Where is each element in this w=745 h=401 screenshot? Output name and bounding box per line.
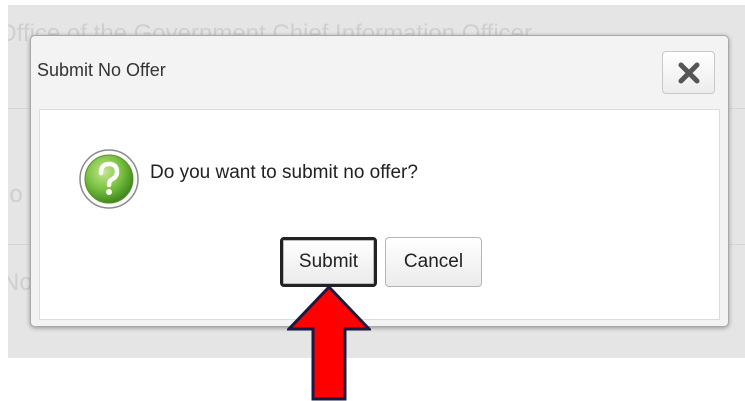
dialog-message: Do you want to submit no offer?: [150, 162, 418, 183]
dialog-close-button[interactable]: [662, 51, 715, 94]
help-question-icon: [79, 149, 139, 209]
dialog-body: Do you want to submit no offer? Submit C…: [39, 109, 720, 320]
close-x-icon: [678, 62, 699, 83]
dialog-title: Submit No Offer: [37, 60, 166, 80]
submit-no-offer-dialog: Submit No Offer Do you want to submit no…: [30, 35, 729, 327]
cancel-button[interactable]: Cancel: [385, 237, 482, 287]
submit-button[interactable]: Submit: [280, 237, 377, 287]
screenshot-stage: Office of the Government Chief Informati…: [0, 0, 745, 401]
red-up-arrow-icon: [287, 285, 371, 401]
